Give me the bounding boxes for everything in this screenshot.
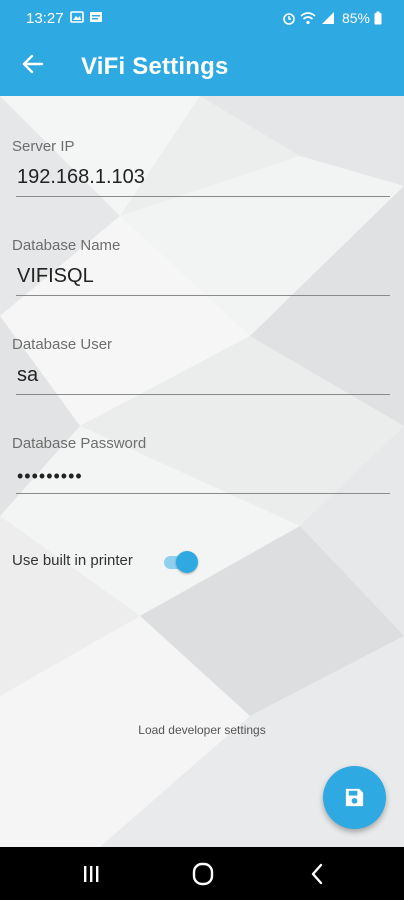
database-user-field: Database User sa — [12, 336, 390, 395]
database-user-label: Database User — [12, 336, 113, 353]
battery-icon — [374, 11, 382, 25]
back-icon[interactable] — [302, 861, 332, 887]
recents-icon[interactable] — [76, 861, 106, 887]
database-name-underline — [16, 295, 390, 296]
database-name-input[interactable]: VIFISQL — [17, 265, 94, 288]
message-icon — [90, 12, 102, 22]
save-button[interactable] — [323, 766, 386, 829]
alarm-icon — [283, 13, 295, 25]
database-user-input[interactable]: sa — [17, 364, 38, 387]
server-ip-field: Server IP 192.168.1.103 — [12, 138, 390, 197]
system-icons: 85% — [282, 10, 382, 26]
server-ip-label: Server IP — [12, 138, 75, 155]
toggle-thumb — [176, 551, 198, 573]
database-password-label: Database Password — [12, 435, 147, 452]
server-ip-underline — [16, 196, 390, 197]
status-bar: 13:27 85% — [0, 0, 404, 34]
load-developer-settings-link[interactable]: Load developer settings — [0, 723, 404, 737]
arrow-left-icon[interactable] — [20, 51, 46, 77]
database-password-field: Database Password ••••••••• — [12, 435, 390, 494]
save-icon — [345, 788, 364, 807]
battery-percentage: 85% — [341, 10, 370, 26]
database-user-underline — [16, 394, 390, 395]
home-icon[interactable] — [188, 861, 218, 887]
settings-content: Server IP 192.168.1.103 Database Name VI… — [0, 96, 404, 847]
database-password-underline — [16, 493, 390, 494]
page-title: ViFi Settings — [81, 53, 229, 80]
printer-toggle[interactable] — [162, 550, 200, 574]
database-password-input[interactable]: ••••••••• — [17, 466, 83, 487]
notification-icons — [70, 10, 103, 24]
app-bar: ViFi Settings — [0, 34, 404, 96]
navigation-bar — [0, 847, 404, 900]
printer-toggle-label: Use built in printer — [12, 552, 133, 569]
database-name-field: Database Name VIFISQL — [12, 237, 390, 296]
database-name-label: Database Name — [12, 237, 121, 254]
server-ip-input[interactable]: 192.168.1.103 — [17, 166, 145, 189]
gallery-icon — [70, 11, 84, 23]
status-time: 13:27 — [26, 10, 64, 27]
signal-icon — [321, 12, 334, 24]
wifi-icon — [300, 12, 316, 25]
